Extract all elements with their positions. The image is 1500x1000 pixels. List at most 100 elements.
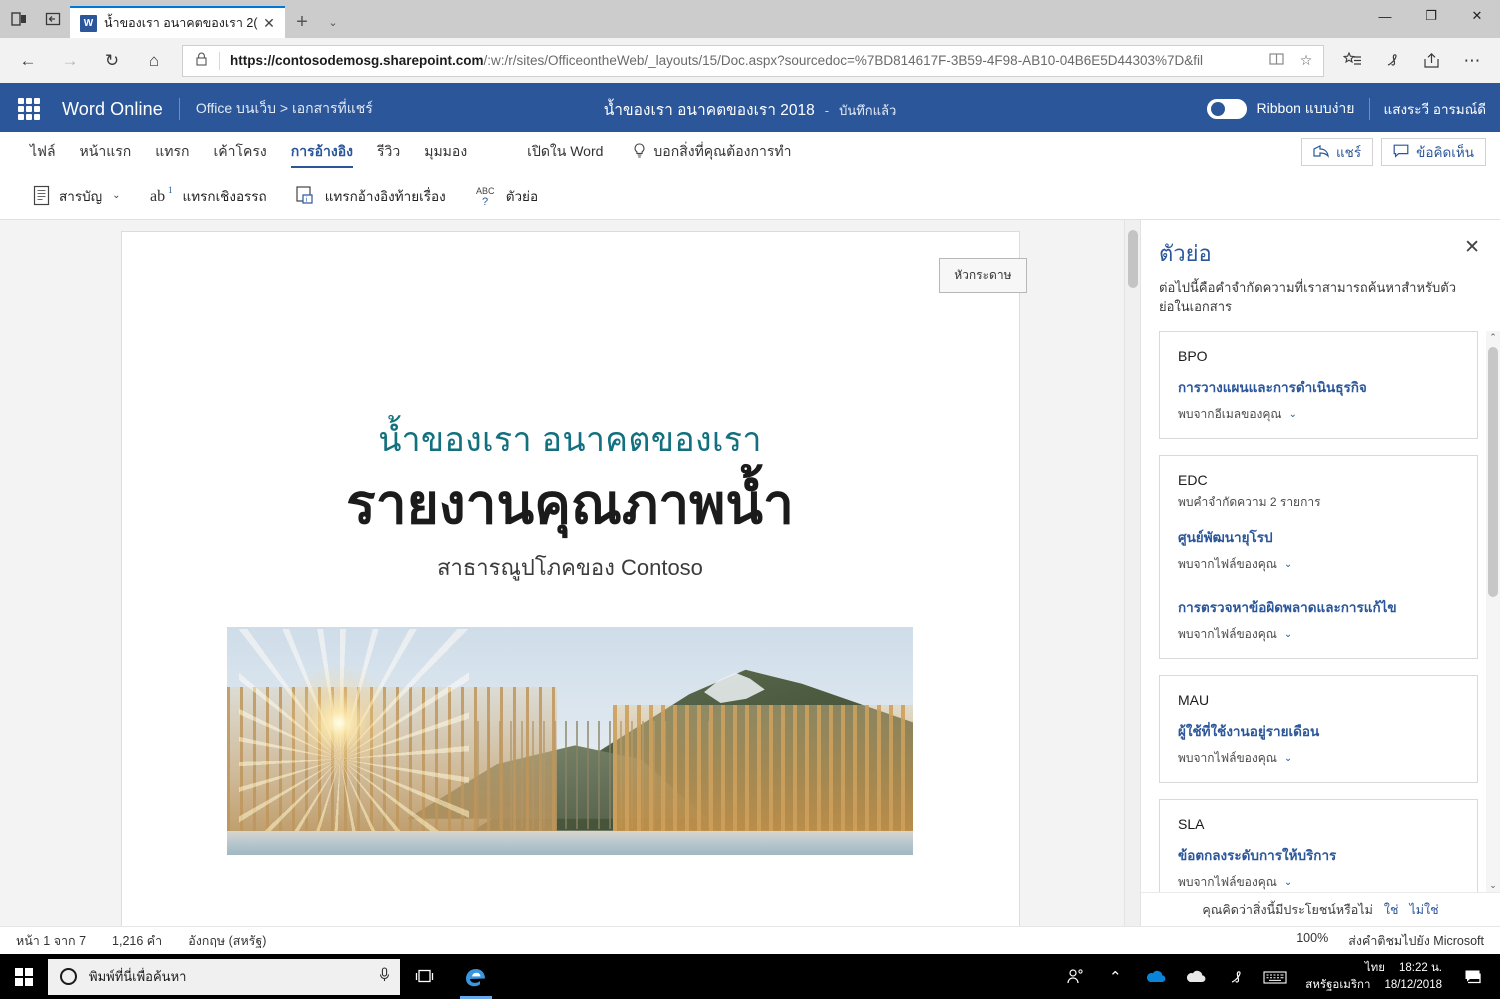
clock-time: 18:22 น. (1399, 960, 1442, 977)
home-button[interactable]: ⌂ (134, 42, 174, 80)
insert-footnote-button[interactable]: ab1 แทรกเชิงอรรถ (135, 176, 281, 216)
document-vertical-scrollbar[interactable] (1124, 220, 1140, 926)
share-icon[interactable] (1412, 42, 1452, 80)
page-count[interactable]: หน้า 1 จาก 7 (16, 931, 86, 951)
people-icon[interactable] (1055, 954, 1095, 999)
table-of-contents-button[interactable]: สารบัญ ⌄ (18, 176, 135, 216)
chevron-down-icon[interactable]: ⌄ (1284, 629, 1292, 640)
tab-home[interactable]: หน้าแรก (68, 132, 144, 172)
reading-view-icon[interactable] (1261, 52, 1291, 69)
tab-references[interactable]: การอ้างอิง (279, 132, 365, 172)
acronyms-button[interactable]: ABC? ตัวย่อ (460, 176, 552, 216)
keyboard-icon[interactable] (1255, 954, 1295, 999)
document-title[interactable]: น้ำของเรา อนาคตของเรา 2018 (604, 97, 815, 122)
acronym-card[interactable]: MAU ผู้ใช้ที่ใช้งานอยู่รายเดือน พบจากไฟล… (1159, 675, 1478, 783)
minimize-button[interactable]: — (1362, 0, 1408, 32)
forward-button[interactable]: → (50, 42, 90, 80)
more-options-icon[interactable]: ⋯ (1452, 42, 1492, 80)
acronym-card[interactable]: BPO การวางแผนและการดำเนินธุรกิจ พบจากอีเ… (1159, 331, 1478, 439)
maximize-button[interactable]: ❐ (1408, 0, 1454, 32)
acronym-definition[interactable]: การวางแผนและการดำเนินธุรกิจ (1178, 376, 1459, 398)
acronym-source[interactable]: พบจากไฟล์ของคุณ ⌄ (1178, 555, 1459, 574)
app-launcher-icon[interactable] (14, 94, 44, 124)
feedback-yes-link[interactable]: ใช่ (1384, 900, 1399, 920)
show-hidden-icons-icon[interactable]: ⌃ (1095, 954, 1135, 999)
svg-text:?: ? (482, 196, 488, 208)
start-button[interactable] (0, 954, 48, 999)
document-scroll-area[interactable]: หัวกระดาษ น้ำของเรา อนาคตของเรา รายงานคุ… (0, 220, 1140, 926)
breadcrumb[interactable]: Office บนเว็บ > เอกสารที่แชร์ (196, 98, 373, 120)
scroll-down-icon[interactable]: ⌄ (1486, 878, 1500, 892)
chevron-down-icon[interactable]: ⌄ (1284, 877, 1292, 888)
app-brand-name[interactable]: Word Online (62, 99, 163, 120)
acronym-term: SLA (1178, 816, 1459, 832)
simplified-ribbon-toggle[interactable] (1207, 99, 1247, 119)
tab-view[interactable]: มุมมอง (412, 132, 479, 172)
acronym-source[interactable]: พบจากไฟล์ของคุณ ⌄ (1178, 873, 1459, 892)
scroll-up-icon[interactable]: ⌃ (1486, 331, 1500, 345)
tab-insert[interactable]: แทรก (143, 132, 201, 172)
edge-taskbar-icon[interactable] (448, 954, 504, 999)
chevron-down-icon[interactable]: ⌄ (1284, 753, 1292, 764)
chevron-down-icon[interactable]: ⌄ (112, 190, 120, 201)
chevron-down-icon[interactable]: ⌄ (1289, 409, 1297, 420)
onedrive-blue-icon[interactable] (1135, 954, 1175, 999)
acronyms-label: ตัวย่อ (506, 185, 538, 207)
set-tabs-aside-icon[interactable] (10, 10, 28, 28)
feedback-no-link[interactable]: ไม่ใช่ (1409, 900, 1438, 920)
svg-text:i: i (305, 196, 307, 204)
zoom-level[interactable]: 100% (1296, 931, 1328, 951)
user-account-name[interactable]: แสงระวี อารมณ์ดี (1384, 98, 1487, 120)
document-page[interactable]: หัวกระดาษ น้ำของเรา อนาคตของเรา รายงานคุ… (122, 232, 1019, 926)
pane-scrollbar[interactable]: ⌃ ⌄ (1486, 331, 1500, 892)
pane-scroll-thumb[interactable] (1488, 347, 1498, 597)
favorites-list-icon[interactable] (1332, 42, 1372, 80)
acronym-definition[interactable]: การตรวจหาข้อผิดพลาดและการแก้ไข (1178, 596, 1459, 618)
tab-review[interactable]: รีวิว (365, 132, 412, 172)
acronym-source[interactable]: พบจากไฟล์ของคุณ ⌄ (1178, 749, 1459, 768)
document-scroll-thumb[interactable] (1128, 230, 1138, 288)
task-view-icon[interactable] (400, 954, 448, 999)
comments-button[interactable]: ข้อคิดเห็น (1381, 138, 1486, 166)
action-center-icon[interactable] (1452, 954, 1494, 999)
tab-file[interactable]: ไฟล์ (18, 132, 68, 172)
onedrive-white-icon[interactable] (1175, 954, 1215, 999)
search-input[interactable]: พิมพ์ที่นี่เพื่อค้นหา (48, 959, 400, 995)
close-window-button[interactable]: ✕ (1454, 0, 1500, 32)
acronym-card[interactable]: EDC พบคำจำกัดความ 2 รายการ ศูนย์พัฒนายุโ… (1159, 455, 1478, 659)
open-in-word-button[interactable]: เปิดใน Word (515, 132, 615, 172)
acronym-definition[interactable]: ผู้ใช้ที่ใช้งานอยู่รายเดือน (1178, 720, 1459, 742)
microphone-icon[interactable] (379, 967, 390, 987)
header-tag-button[interactable]: หัวกระดาษ (939, 258, 1026, 293)
acronym-source[interactable]: พบจากไฟล์ของคุณ ⌄ (1178, 625, 1459, 644)
notes-pen-icon[interactable] (1372, 42, 1412, 80)
send-feedback-link[interactable]: ส่งคำติชมไปยัง Microsoft (1348, 931, 1484, 951)
browser-toolbar-icons: ⋯ (1332, 42, 1492, 80)
address-bar[interactable]: https://contosodemosg.sharepoint.com/:w:… (182, 45, 1324, 77)
pen-icon[interactable] (1215, 954, 1255, 999)
acronym-definition-block: การตรวจหาข้อผิดพลาดและการแก้ไข พบจากไฟล์… (1178, 596, 1459, 644)
share-button[interactable]: แชร์ (1301, 138, 1373, 166)
clock-and-language[interactable]: ไทย 18:22 น. สหรัฐอเมริกา 18/12/2018 (1295, 960, 1452, 993)
tell-me-search[interactable]: บอกสิ่งที่คุณต้องการทำ (633, 141, 791, 163)
tab-close-icon[interactable]: ✕ (259, 15, 279, 32)
acronym-source[interactable]: พบจากอีเมลของคุณ ⌄ (1178, 405, 1459, 424)
tab-menu-chevron-icon[interactable]: ⌄ (319, 6, 347, 38)
browser-tab[interactable]: W น้ำของเรา อนาคตของเรา 2( ✕ (70, 6, 285, 38)
refresh-button[interactable]: ↻ (92, 42, 132, 80)
restore-tabs-icon[interactable] (44, 10, 62, 28)
favorite-star-icon[interactable]: ☆ (1291, 52, 1321, 69)
acronym-definition[interactable]: ศูนย์พัฒนายุโรป (1178, 526, 1459, 548)
close-icon[interactable]: ✕ (1460, 236, 1484, 259)
insert-endnote-button[interactable]: i แทรกอ้างอิงท้ายเรื่อง (281, 176, 460, 216)
acronym-card[interactable]: SLA ข้อตกลงระดับการให้บริการ พบจากไฟล์ขอ… (1159, 799, 1478, 892)
document-photo[interactable] (227, 627, 913, 855)
chevron-down-icon[interactable]: ⌄ (1284, 559, 1292, 570)
tab-layout[interactable]: เค้าโครง (201, 132, 278, 172)
language-indicator[interactable]: อังกฤษ (สหรัฐ) (188, 931, 266, 951)
new-tab-button[interactable]: + (285, 6, 319, 38)
document-heading-2: รายงานคุณภาพน้ำ (122, 476, 1019, 534)
word-count[interactable]: 1,216 คำ (112, 931, 162, 951)
back-button[interactable]: ← (8, 42, 48, 80)
acronym-definition[interactable]: ข้อตกลงระดับการให้บริการ (1178, 844, 1459, 866)
